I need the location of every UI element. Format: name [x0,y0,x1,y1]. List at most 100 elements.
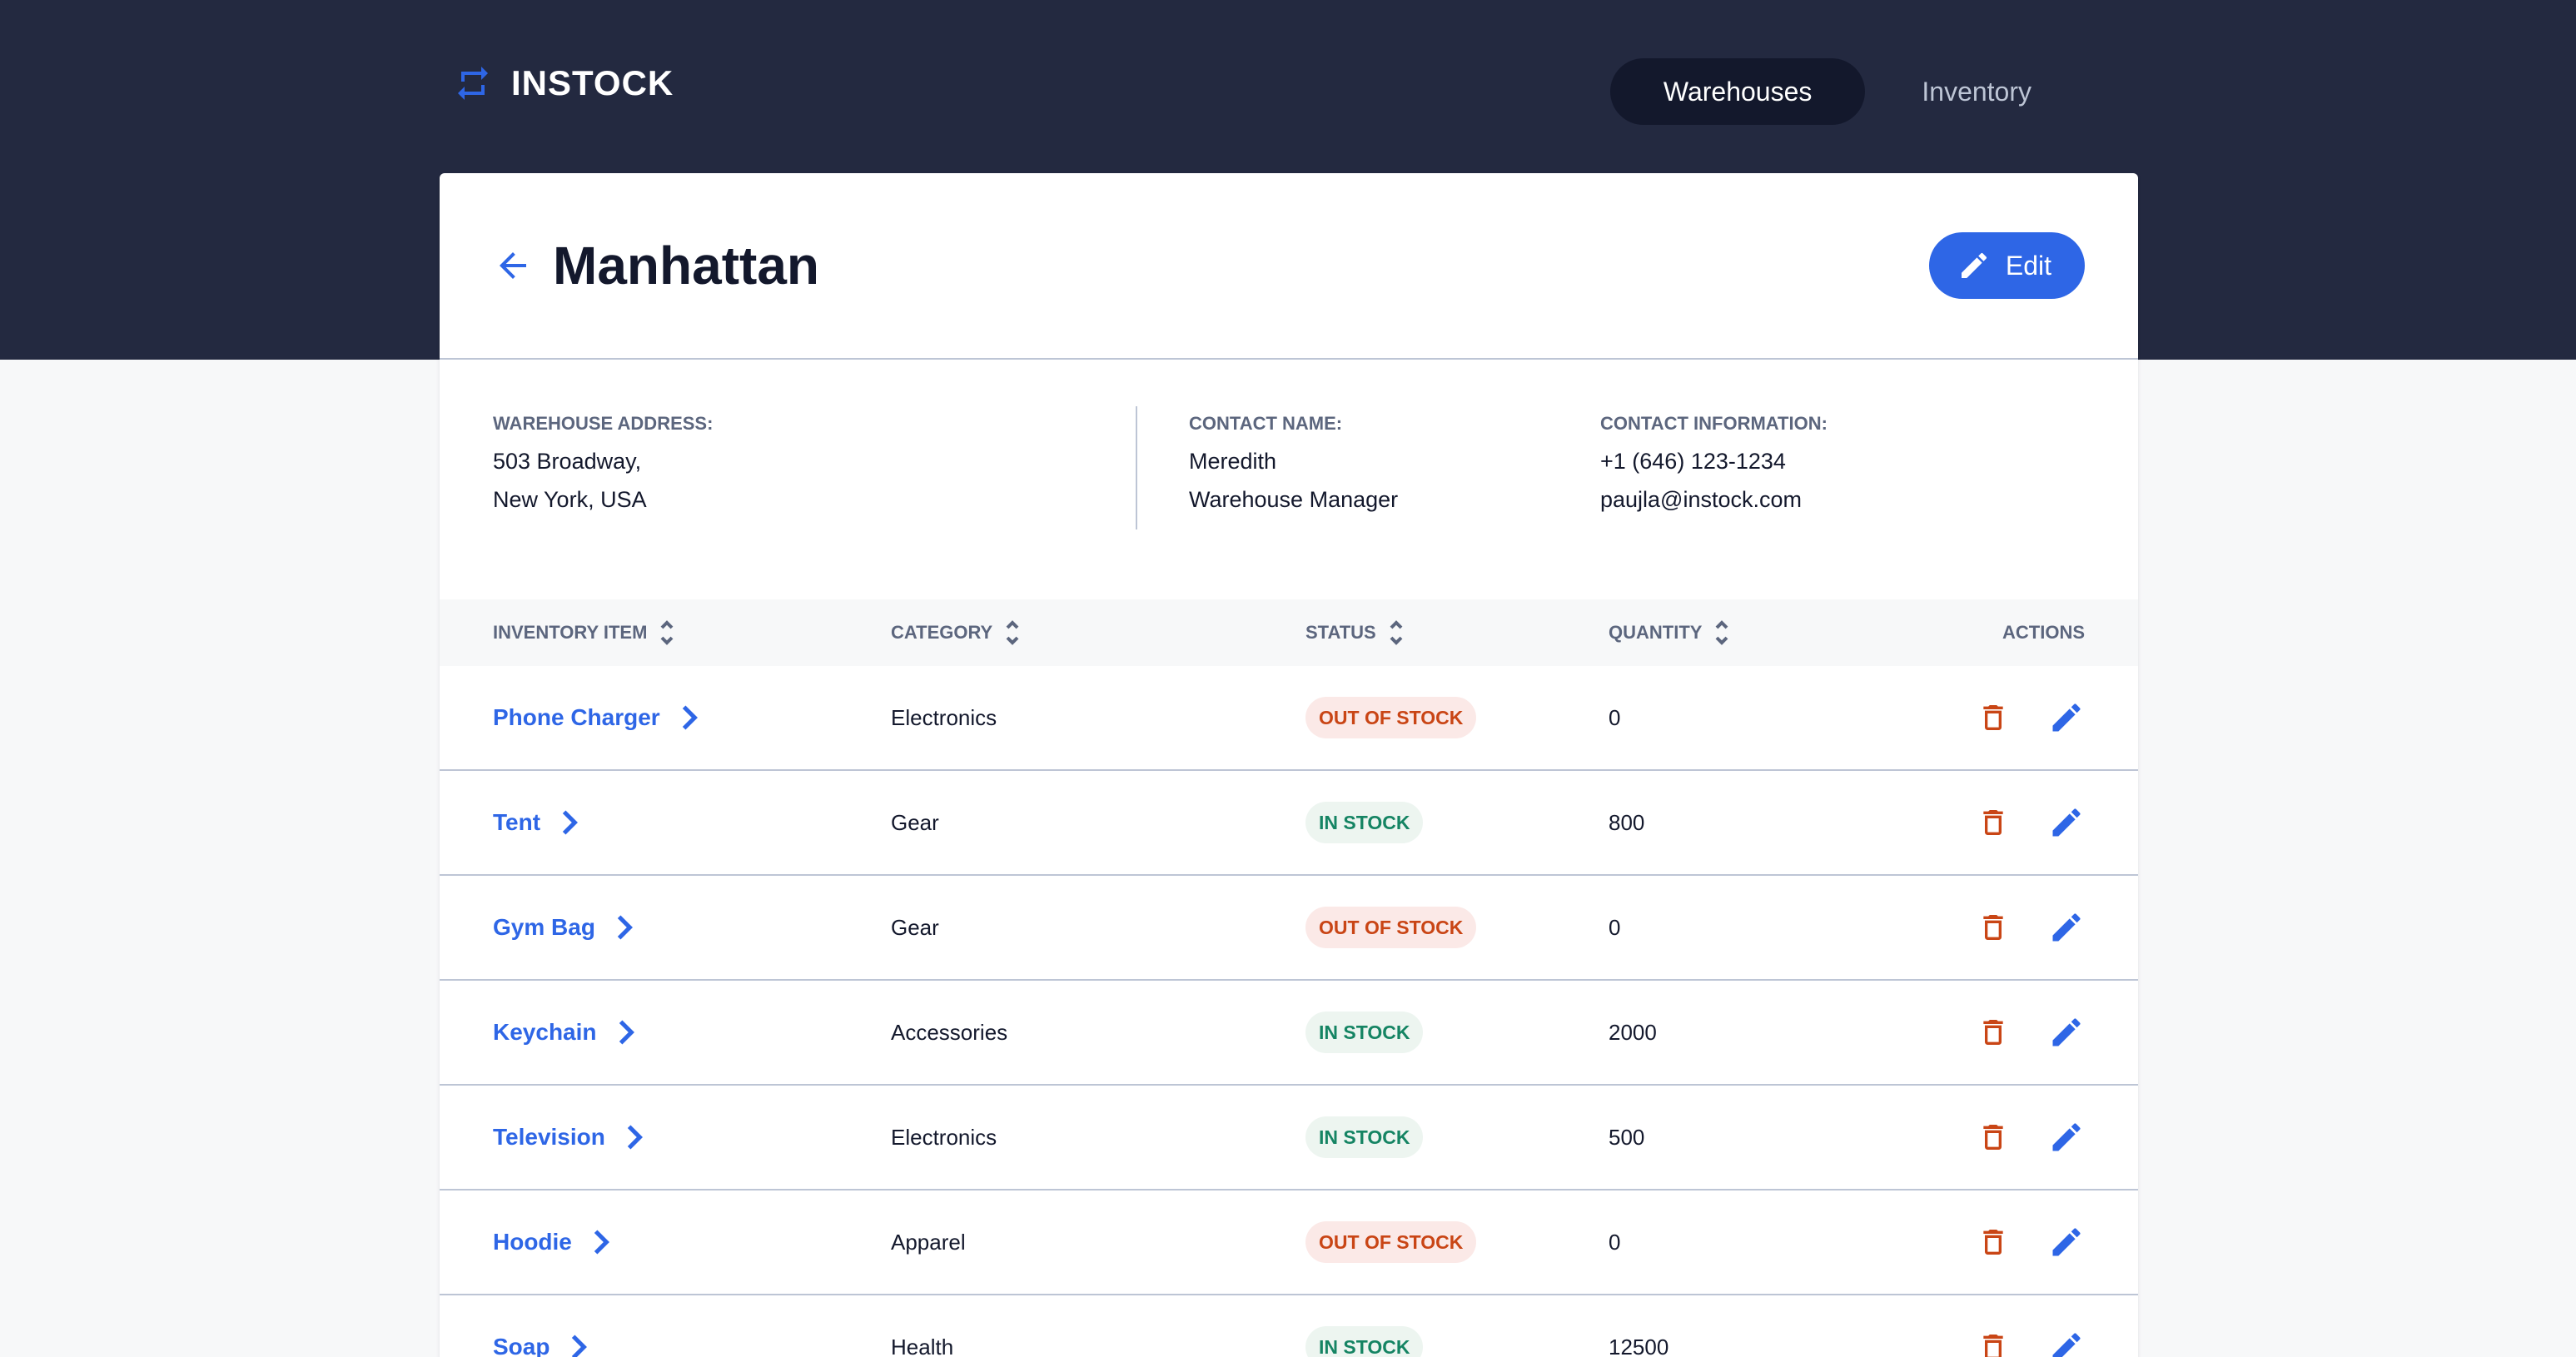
col-inventory-item-label: INVENTORY ITEM [493,622,648,643]
chevron-right-icon [615,1018,637,1046]
contact-phone: +1 (646) 123-1234 [1600,449,1786,474]
cell-item: Television [493,1123,891,1151]
table-row: Soap Health IN STOCK 12500 [440,1295,2138,1357]
item-link[interactable]: Television [493,1123,891,1151]
contact-name: Meredith [1189,449,1277,474]
item-name: Television [493,1124,605,1150]
address-line2: New York, USA [493,487,647,512]
table-row: Hoodie Apparel OUT OF STOCK 0 [440,1190,2138,1295]
col-quantity[interactable]: QUANTITY [1609,616,1942,649]
cell-category: Electronics [891,704,997,730]
item-link[interactable]: Gym Bag [493,913,891,942]
row-actions [1977,1329,2085,1357]
pencil-icon[interactable] [2048,699,2085,736]
cell-status: IN STOCK [1305,1012,1609,1053]
row-actions [1977,909,2085,946]
contact-info-section: CONTACT INFORMATION: +1 (646) 123-1234 p… [1600,413,1828,599]
status-badge: OUT OF STOCK [1305,697,1477,738]
item-name: Gym Bag [493,914,595,940]
pencil-icon[interactable] [2048,1014,2085,1051]
cell-actions [1942,699,2085,736]
col-category[interactable]: CATEGORY [891,616,1305,649]
contact-section: CONTACT NAME: Meredith Warehouse Manager [1189,413,1600,599]
item-link[interactable]: Soap [493,1333,891,1357]
table-row: Tent Gear IN STOCK 800 [440,771,2138,876]
pencil-icon[interactable] [2048,1329,2085,1357]
trash-icon[interactable] [1977,1014,2010,1051]
cell-actions [1942,1119,2085,1156]
row-actions [1977,804,2085,841]
cell-category: Gear [891,914,939,940]
cell-actions [1942,1014,2085,1051]
status-badge: IN STOCK [1305,802,1424,843]
status-badge: IN STOCK [1305,1012,1424,1053]
pencil-icon[interactable] [2048,1119,2085,1156]
item-link[interactable]: Phone Charger [493,703,891,732]
cell-category: Electronics [891,1124,997,1150]
pencil-icon[interactable] [2048,1224,2085,1260]
details-divider [1136,406,1137,529]
table-row: Television Electronics IN STOCK 500 [440,1086,2138,1190]
trash-icon[interactable] [1977,909,2010,946]
sort-icon [659,616,675,649]
cell-quantity: 0 [1609,1229,1621,1255]
cell-quantity: 0 [1609,704,1621,730]
row-actions [1977,1224,2085,1260]
trash-icon[interactable] [1977,1224,2010,1260]
row-actions [1977,1014,2085,1051]
cell-item: Keychain [493,1018,891,1046]
pencil-icon [1957,249,1991,282]
col-actions-label: ACTIONS [2002,622,2085,643]
cell-item: Phone Charger [493,703,891,732]
nav-inventory[interactable]: Inventory [1868,58,2085,125]
main-nav: Warehouses Inventory [1609,58,2085,125]
cell-status: IN STOCK [1305,1326,1609,1357]
cell-status: OUT OF STOCK [1305,1221,1609,1263]
col-inventory-item[interactable]: INVENTORY ITEM [493,616,891,649]
item-link[interactable]: Tent [493,808,891,837]
edit-button[interactable]: Edit [1928,232,2085,299]
status-badge: IN STOCK [1305,1116,1424,1158]
arrow-back-icon[interactable] [493,246,533,286]
address-line1: 503 Broadway, [493,449,642,474]
pencil-icon[interactable] [2048,909,2085,946]
status-badge: IN STOCK [1305,1326,1424,1357]
chevron-right-icon [568,1333,589,1357]
logo-text: INSTOCK [511,63,674,102]
col-category-label: CATEGORY [891,622,993,643]
page: INSTOCK Warehouses Inventory Manhattan E… [0,0,2576,1357]
chevron-right-icon [679,703,700,732]
trash-icon[interactable] [1977,804,2010,841]
trash-icon[interactable] [1977,699,2010,736]
contact-info-label: CONTACT INFORMATION: [1600,413,1828,434]
trash-icon[interactable] [1977,1329,2010,1357]
col-status[interactable]: STATUS [1305,616,1609,649]
chevron-right-icon [559,808,580,837]
contact-name-label: CONTACT NAME: [1189,413,1343,434]
chevron-right-icon [624,1123,645,1151]
swap-arrows-icon [453,63,493,103]
cell-quantity: 0 [1609,914,1621,940]
cell-quantity: 12500 [1609,1334,1669,1357]
cell-status: IN STOCK [1305,1116,1609,1158]
cell-item: Gym Bag [493,913,891,942]
item-link[interactable]: Hoodie [493,1228,891,1256]
status-badge: OUT OF STOCK [1305,1221,1477,1263]
cell-status: OUT OF STOCK [1305,697,1609,738]
cell-item: Soap [493,1333,891,1357]
nav-warehouses[interactable]: Warehouses [1609,58,1866,125]
cell-actions [1942,909,2085,946]
pencil-icon[interactable] [2048,804,2085,841]
item-link[interactable]: Keychain [493,1018,891,1046]
trash-icon[interactable] [1977,1119,2010,1156]
address-section: WAREHOUSE ADDRESS: 503 Broadway, New Yor… [493,413,1136,599]
chevron-right-icon [590,1228,612,1256]
edit-button-label: Edit [2005,250,2051,281]
sort-icon [1713,616,1730,649]
cell-category: Gear [891,809,939,835]
cell-quantity: 2000 [1609,1019,1657,1045]
contact-email: paujla@instock.com [1600,487,1803,512]
row-actions [1977,699,2085,736]
logo[interactable]: INSTOCK [453,63,674,103]
col-quantity-label: QUANTITY [1609,622,1703,643]
